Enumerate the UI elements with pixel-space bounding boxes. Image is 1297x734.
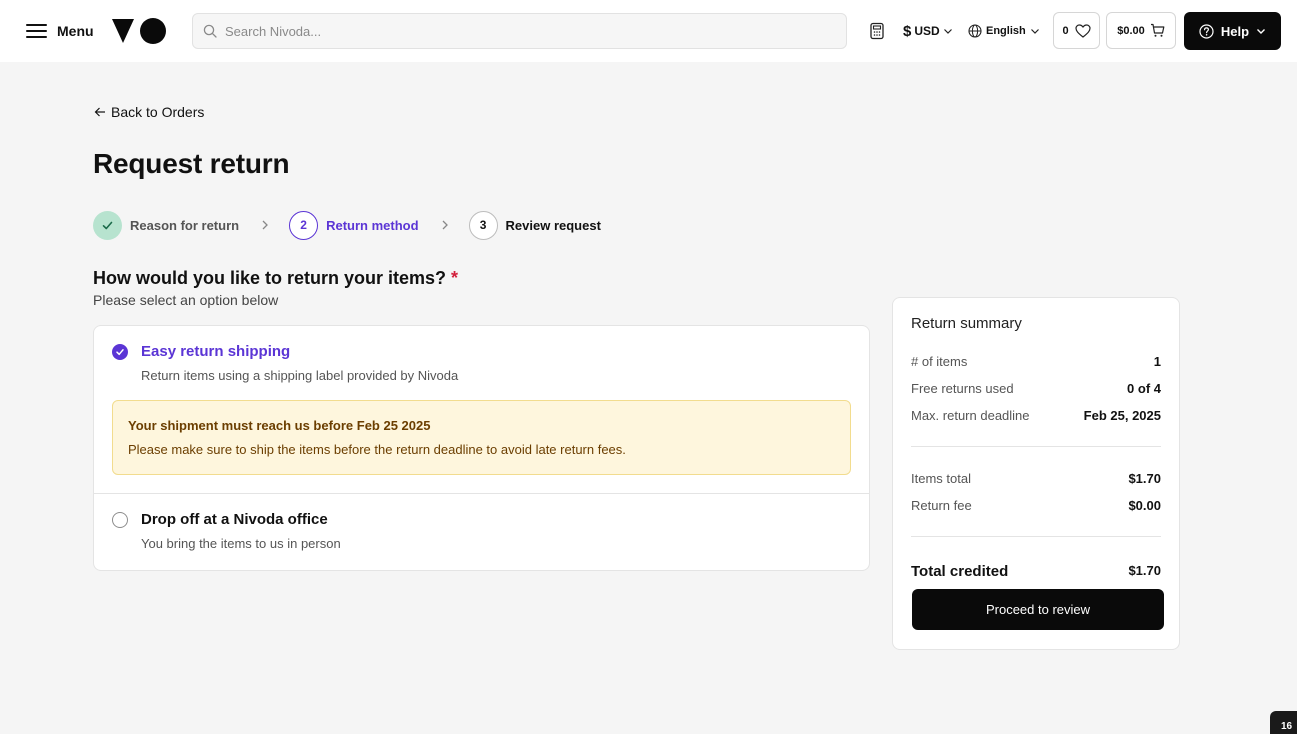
corner-badge[interactable]: 16 bbox=[1270, 711, 1297, 734]
arrow-left-icon bbox=[94, 107, 105, 117]
menu-label: Menu bbox=[57, 23, 94, 39]
step-number: 2 bbox=[289, 210, 319, 240]
chevron-down-icon bbox=[943, 29, 952, 34]
cart-total: $0.00 bbox=[1117, 24, 1145, 37]
search-input[interactable] bbox=[225, 23, 815, 39]
option-drop-off-office[interactable]: Drop off at a Nivoda office You bring th… bbox=[94, 494, 869, 571]
row-value: Feb 25, 2025 bbox=[1083, 408, 1161, 423]
back-to-orders-link[interactable]: Back to Orders bbox=[94, 104, 204, 120]
wishlist-count: 0 bbox=[1062, 24, 1069, 37]
radio-selected[interactable] bbox=[112, 344, 128, 360]
wishlist-button[interactable]: 0 bbox=[1053, 12, 1100, 49]
heart-icon bbox=[1074, 23, 1091, 38]
row-label: Free returns used bbox=[911, 381, 1014, 396]
step-complete-indicator bbox=[93, 210, 122, 240]
hamburger-icon bbox=[26, 23, 47, 39]
dollar-icon: $ bbox=[903, 22, 912, 40]
globe-icon bbox=[968, 24, 982, 38]
summary-total-row: Total credited $1.70 bbox=[911, 563, 1161, 580]
question-text: How would you like to return your items? bbox=[93, 268, 447, 288]
total-value: $1.70 bbox=[1128, 563, 1161, 578]
proceed-to-review-button[interactable]: Proceed to review bbox=[912, 589, 1164, 630]
menu-button[interactable]: Menu bbox=[26, 18, 94, 44]
summary-title: Return summary bbox=[911, 315, 1022, 332]
option-title: Easy return shipping bbox=[141, 343, 291, 360]
question-subtitle: Please select an option below bbox=[93, 292, 279, 308]
summary-row-items-total: Items total $1.70 bbox=[911, 471, 1161, 486]
top-navigation-bar: Menu $ USD English 0 bbox=[0, 0, 1297, 62]
notice-text: Please make sure to ship the items befor… bbox=[128, 442, 626, 457]
cart-icon bbox=[1150, 23, 1165, 37]
currency-label: USD bbox=[914, 24, 940, 38]
notice-title: Your shipment must reach us before Feb 2… bbox=[128, 418, 431, 433]
step-review-request[interactable]: 3 Review request bbox=[468, 210, 601, 240]
step-label: Review request bbox=[505, 217, 601, 233]
option-description: Return items using a shipping label prov… bbox=[141, 368, 459, 383]
currency-selector[interactable]: $ USD bbox=[903, 20, 953, 42]
page-title: Request return bbox=[93, 148, 290, 179]
search-icon bbox=[203, 24, 217, 38]
summary-row-return-fee: Return fee $0.00 bbox=[911, 498, 1161, 513]
check-icon bbox=[116, 349, 124, 356]
progress-stepper: Reason for return 2 Return method 3 Revi… bbox=[93, 210, 601, 240]
row-label: Items total bbox=[911, 471, 971, 486]
chevron-right-icon bbox=[262, 220, 268, 230]
divider bbox=[911, 536, 1161, 537]
chevron-down-icon bbox=[1030, 29, 1039, 34]
row-label: Max. return deadline bbox=[911, 408, 1030, 423]
step-reason-for-return[interactable]: Reason for return bbox=[93, 210, 240, 240]
language-label: English bbox=[986, 25, 1026, 37]
summary-row-items: # of items 1 bbox=[911, 354, 1161, 369]
check-icon bbox=[102, 221, 113, 229]
deadline-notice: Your shipment must reach us before Feb 2… bbox=[112, 400, 851, 475]
option-description: You bring the items to us in person bbox=[141, 536, 341, 551]
row-label: Return fee bbox=[911, 498, 972, 513]
return-summary-card: Return summary # of items 1 Free returns… bbox=[892, 297, 1180, 650]
search-bar[interactable] bbox=[192, 13, 847, 49]
step-return-method[interactable]: 2 Return method bbox=[289, 210, 419, 240]
option-easy-return-shipping[interactable]: Easy return shipping Return items using … bbox=[94, 326, 869, 494]
back-label: Back to Orders bbox=[111, 104, 205, 120]
required-mark: * bbox=[451, 268, 459, 288]
option-title: Drop off at a Nivoda office bbox=[141, 511, 328, 528]
calculator-icon[interactable] bbox=[868, 22, 886, 40]
step-label: Return method bbox=[326, 217, 419, 233]
row-value: $0.00 bbox=[1128, 498, 1161, 513]
chevron-right-icon bbox=[442, 220, 448, 230]
step-number: 3 bbox=[468, 210, 498, 240]
nivoda-logo[interactable] bbox=[112, 17, 168, 45]
summary-row-deadline: Max. return deadline Feb 25, 2025 bbox=[911, 408, 1161, 423]
row-label: # of items bbox=[911, 354, 968, 369]
radio-unselected[interactable] bbox=[112, 512, 128, 528]
help-label: Help bbox=[1220, 23, 1250, 39]
row-value: 1 bbox=[1153, 354, 1161, 369]
return-method-question: How would you like to return your items?… bbox=[93, 268, 458, 289]
return-method-options: Easy return shipping Return items using … bbox=[93, 325, 870, 571]
question-circle-icon bbox=[1199, 23, 1214, 39]
row-value: 0 of 4 bbox=[1127, 381, 1161, 396]
cart-button[interactable]: $0.00 bbox=[1106, 12, 1176, 49]
chevron-down-icon bbox=[1257, 29, 1266, 34]
summary-row-free-returns: Free returns used 0 of 4 bbox=[911, 381, 1161, 396]
row-value: $1.70 bbox=[1128, 471, 1161, 486]
step-label: Reason for return bbox=[130, 217, 240, 233]
total-label: Total credited bbox=[911, 563, 1009, 580]
help-button[interactable]: Help bbox=[1184, 12, 1281, 50]
divider bbox=[911, 446, 1161, 447]
language-selector[interactable]: English bbox=[968, 20, 1040, 42]
